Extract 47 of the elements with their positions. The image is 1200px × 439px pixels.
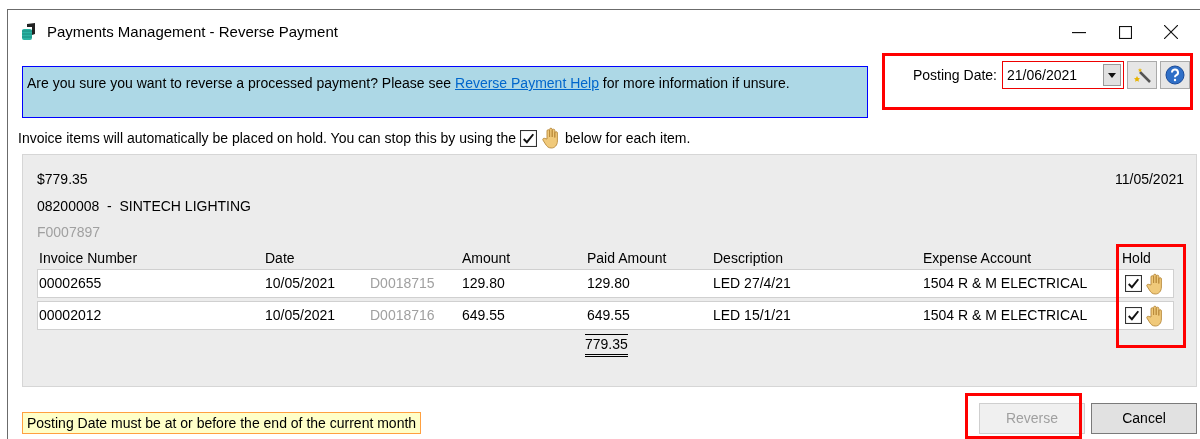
warning-message: Posting Date must be at or before the end of the current month xyxy=(22,412,422,434)
app-logo-icon xyxy=(21,23,37,41)
column-header: Amount xyxy=(462,248,512,268)
checkbox[interactable] xyxy=(1125,275,1142,292)
table-cell-text: LED 15/1/21 xyxy=(713,306,792,325)
magic-wand-button[interactable] xyxy=(1127,61,1157,89)
table-cell-text: D0018715 xyxy=(370,274,436,293)
payment-reference: F0007897 xyxy=(37,222,101,242)
table-cell-text: D0018716 xyxy=(370,306,436,325)
column-header: Expense Account xyxy=(923,248,1033,268)
posting-date-label: Posting Date: xyxy=(912,65,997,85)
table-row[interactable]: 00002012 10/05/2021 D0018716 649.55 649.55 LED 15/1/21 1504 R & M ELECTRICAL xyxy=(37,301,1174,330)
column-header: Date xyxy=(265,248,296,268)
table-cell-text: 1504 R & M ELECTRICAL xyxy=(923,306,1089,325)
checkbox[interactable] xyxy=(520,129,538,147)
table-cell-text: 129.80 xyxy=(587,274,631,293)
table-cell-text: 1504 R & M ELECTRICAL xyxy=(923,274,1089,293)
window-title: Payments Management - Reverse Payment xyxy=(47,21,338,42)
table-cell-text: 649.55 xyxy=(587,306,631,325)
table-cell-text: LED 27/4/21 xyxy=(713,274,792,293)
table-cell-text: 649.55 xyxy=(462,306,506,325)
column-header: Paid Amount xyxy=(587,248,668,268)
table-cell-text: 10/05/2021 xyxy=(265,306,337,325)
payment-date: 11/05/2021 xyxy=(1114,170,1184,189)
table-cell-text: 00002655 xyxy=(39,274,103,293)
column-header: Invoice Number xyxy=(39,248,139,268)
column-header: Hold xyxy=(1122,248,1152,268)
dialog-button[interactable]: Cancel xyxy=(1091,403,1197,434)
help-link[interactable]: Reverse Payment Help xyxy=(455,75,599,91)
info-banner: Are you sure you want to reverse a processed payment? Please see Reverse Payment Help for more information if unsure. xyxy=(22,66,868,118)
instruction-text: below for each item. xyxy=(565,128,691,148)
total-amount: 779.35 xyxy=(585,334,628,357)
help-icon xyxy=(1165,65,1185,85)
instruction-text: Invoice items will automatically be placed on hold. You can stop this by using the xyxy=(18,128,517,148)
payment-amount: $779.35 xyxy=(37,170,88,189)
column-header: Description xyxy=(713,248,785,268)
table-cell-text: 129.80 xyxy=(462,274,506,293)
table-cell-text: 00002012 xyxy=(39,306,103,325)
help-button[interactable] xyxy=(1160,61,1190,89)
caret-icon xyxy=(1103,64,1121,86)
date-dropdown[interactable]: 21/06/2021 xyxy=(1002,61,1124,89)
checkbox[interactable] xyxy=(1125,307,1142,324)
hand-icon xyxy=(1145,272,1165,295)
vendor-name: 08200008 - SINTECH LIGHTING xyxy=(37,196,251,216)
hand-icon xyxy=(1145,304,1165,327)
table-cell-text: 10/05/2021 xyxy=(265,274,337,293)
table-row[interactable]: 00002655 10/05/2021 D0018715 129.80 129.80 LED 27/4/21 1504 R & M ELECTRICAL xyxy=(37,269,1174,298)
